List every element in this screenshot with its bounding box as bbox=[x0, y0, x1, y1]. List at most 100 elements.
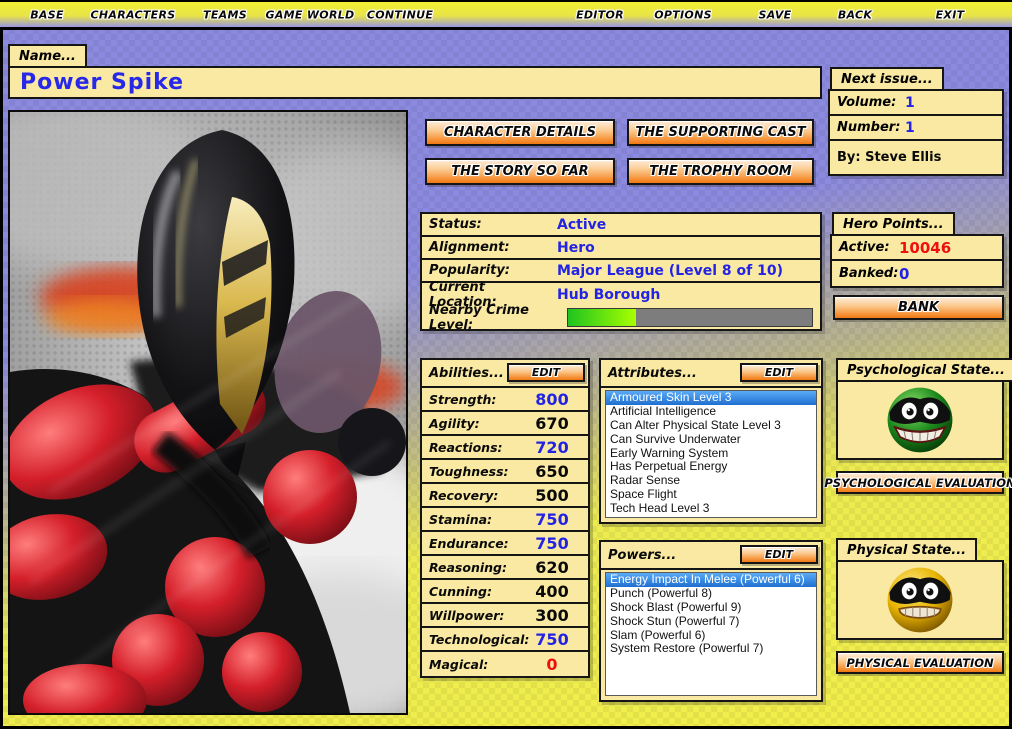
hero-points-tab: Hero Points... bbox=[832, 212, 955, 236]
list-item[interactable]: Can Alter Physical State Level 3 bbox=[606, 419, 816, 433]
list-item[interactable]: Slam (Powerful 6) bbox=[606, 629, 816, 643]
attributes-header: Attributes... EDIT bbox=[601, 360, 821, 388]
status-row-value: Major League (Level 8 of 10) bbox=[557, 263, 783, 279]
list-item[interactable]: Shock Blast (Powerful 9) bbox=[606, 601, 816, 615]
ability-value: 800 bbox=[523, 390, 581, 409]
physical-evaluation-button[interactable]: PHYSICAL EVALUATION bbox=[836, 651, 1004, 674]
next-issue-panel: Volume: 1 Number: 1 By: Steve Ellis bbox=[828, 89, 1004, 176]
ability-value: 620 bbox=[523, 558, 581, 577]
list-item[interactable]: Has Perpetual Energy bbox=[606, 460, 816, 474]
crime-level-label: Nearby Crime Level: bbox=[429, 303, 563, 333]
author-row: By: Steve Ellis bbox=[830, 141, 1002, 174]
ability-label: Cunning: bbox=[429, 584, 523, 599]
ability-label: Reasoning: bbox=[429, 560, 523, 575]
menu-item-back[interactable]: BACK bbox=[838, 8, 872, 21]
banked-points-value: 0 bbox=[899, 265, 909, 283]
character-name: Power Spike bbox=[20, 70, 184, 95]
list-item[interactable]: System Restore (Powerful 7) bbox=[606, 642, 816, 656]
status-row: Alignment:Hero bbox=[422, 237, 820, 260]
ability-label: Toughness: bbox=[429, 464, 523, 479]
list-item[interactable]: Armoured Skin Level 3 bbox=[606, 391, 816, 405]
attributes-panel: Attributes... EDIT Armoured Skin Level 3… bbox=[599, 358, 823, 524]
ability-label: Technological: bbox=[429, 632, 523, 647]
ability-row-cunning: Cunning:400 bbox=[422, 580, 588, 604]
menu-item-options[interactable]: OPTIONS bbox=[654, 8, 712, 21]
ability-row-reactions: Reactions:720 bbox=[422, 436, 588, 460]
list-item[interactable]: Shock Stun (Powerful 7) bbox=[606, 615, 816, 629]
crime-level-bar bbox=[567, 308, 813, 327]
ability-row-strength: Strength:800 bbox=[422, 388, 588, 412]
supporting-cast-button[interactable]: THE SUPPORTING CAST bbox=[627, 119, 814, 146]
ability-row-agility: Agility:670 bbox=[422, 412, 588, 436]
next-issue-tab: Next issue... bbox=[830, 67, 944, 91]
ability-value: 400 bbox=[523, 582, 581, 601]
volume-row: Volume: 1 bbox=[830, 91, 1002, 116]
ability-value: 670 bbox=[523, 414, 581, 433]
powers-title: Powers... bbox=[608, 548, 676, 563]
list-item[interactable]: Can Survive Underwater bbox=[606, 433, 816, 447]
list-item[interactable]: Punch (Powerful 8) bbox=[606, 587, 816, 601]
list-item[interactable]: Radar Sense bbox=[606, 474, 816, 488]
physical-state-tab: Physical State... bbox=[836, 538, 977, 562]
menu-item-teams[interactable]: TEAMS bbox=[203, 8, 247, 21]
ability-row-magical: Magical:0 bbox=[422, 652, 588, 676]
ability-value: 0 bbox=[523, 655, 581, 674]
ability-label: Magical: bbox=[429, 657, 523, 672]
ability-value: 750 bbox=[523, 630, 581, 649]
menu-item-game-world[interactable]: GAME WORLD bbox=[266, 8, 355, 21]
character-details-label: CHARACTER DETAILS bbox=[444, 125, 596, 140]
abilities-edit-button[interactable]: EDIT bbox=[507, 363, 585, 382]
status-row-label: Alignment: bbox=[429, 240, 557, 255]
character-portrait-art bbox=[10, 112, 406, 713]
ability-label: Agility: bbox=[429, 416, 523, 431]
list-item[interactable]: Energy Impact In Melee (Powerful 6) bbox=[606, 573, 816, 587]
story-so-far-button[interactable]: THE STORY SO FAR bbox=[425, 158, 615, 185]
menu-item-save[interactable]: SAVE bbox=[759, 8, 792, 21]
list-item[interactable]: Space Flight bbox=[606, 488, 816, 502]
list-item[interactable]: Tech Head Level 3 bbox=[606, 502, 816, 516]
menu-item-editor[interactable]: EDITOR bbox=[576, 8, 624, 21]
ability-value: 300 bbox=[523, 606, 581, 625]
physical-evaluation-label: PHYSICAL EVALUATION bbox=[846, 656, 993, 670]
powers-list[interactable]: Energy Impact In Melee (Powerful 6)Punch… bbox=[605, 572, 817, 696]
ability-value: 750 bbox=[523, 534, 581, 553]
ability-label: Stamina: bbox=[429, 512, 523, 527]
crime-level-fill bbox=[568, 309, 636, 326]
abilities-title: Abilities... bbox=[429, 366, 504, 381]
ability-value: 750 bbox=[523, 510, 581, 529]
ability-value: 650 bbox=[523, 462, 581, 481]
list-item[interactable]: Artificial Intelligence bbox=[606, 405, 816, 419]
menu-item-continue[interactable]: CONTINUE bbox=[367, 8, 433, 21]
hero-points-panel: Active: 10046 Banked: 0 bbox=[830, 234, 1004, 288]
physical-state-box bbox=[836, 560, 1004, 640]
story-so-far-label: THE STORY SO FAR bbox=[451, 164, 588, 179]
menu-item-exit[interactable]: EXIT bbox=[936, 8, 965, 21]
menu-item-characters[interactable]: CHARACTERS bbox=[91, 8, 176, 21]
crime-level-row: Nearby Crime Level: bbox=[422, 306, 820, 329]
trophy-room-button[interactable]: THE TROPHY ROOM bbox=[627, 158, 814, 185]
psychological-evaluation-label: PSYCHOLOGICAL EVALUATION bbox=[824, 476, 1012, 490]
ability-value: 720 bbox=[523, 438, 581, 457]
psychological-evaluation-button[interactable]: PSYCHOLOGICAL EVALUATION bbox=[836, 471, 1004, 494]
banked-points-row: Banked: 0 bbox=[832, 261, 1002, 286]
attributes-edit-button[interactable]: EDIT bbox=[740, 363, 818, 382]
psych-state-tab: Psychological State... bbox=[836, 358, 1012, 382]
ability-label: Endurance: bbox=[429, 536, 523, 551]
bank-button[interactable]: BANK bbox=[833, 295, 1004, 320]
abilities-panel: Abilities... EDIT Strength:800Agility:67… bbox=[420, 358, 590, 678]
author-value: By: Steve Ellis bbox=[837, 150, 941, 165]
list-item[interactable]: Early Warning System bbox=[606, 447, 816, 461]
number-row: Number: 1 bbox=[830, 116, 1002, 141]
menu-item-base[interactable]: BASE bbox=[30, 8, 64, 21]
active-points-row: Active: 10046 bbox=[832, 236, 1002, 261]
name-tab: Name... bbox=[8, 44, 87, 68]
attributes-list[interactable]: Armoured Skin Level 3Artificial Intellig… bbox=[605, 390, 817, 518]
powers-panel: Powers... EDIT Energy Impact In Melee (P… bbox=[599, 540, 823, 702]
list-item[interactable]: Vulnerable To Malfunctions Level 1 bbox=[606, 516, 816, 518]
powers-edit-label: EDIT bbox=[765, 548, 793, 561]
trophy-room-label: THE TROPHY ROOM bbox=[649, 164, 791, 179]
powers-edit-button[interactable]: EDIT bbox=[740, 545, 818, 564]
banked-points-label: Banked: bbox=[839, 266, 899, 281]
psych-state-face-icon bbox=[884, 384, 956, 456]
character-details-button[interactable]: CHARACTER DETAILS bbox=[425, 119, 615, 146]
